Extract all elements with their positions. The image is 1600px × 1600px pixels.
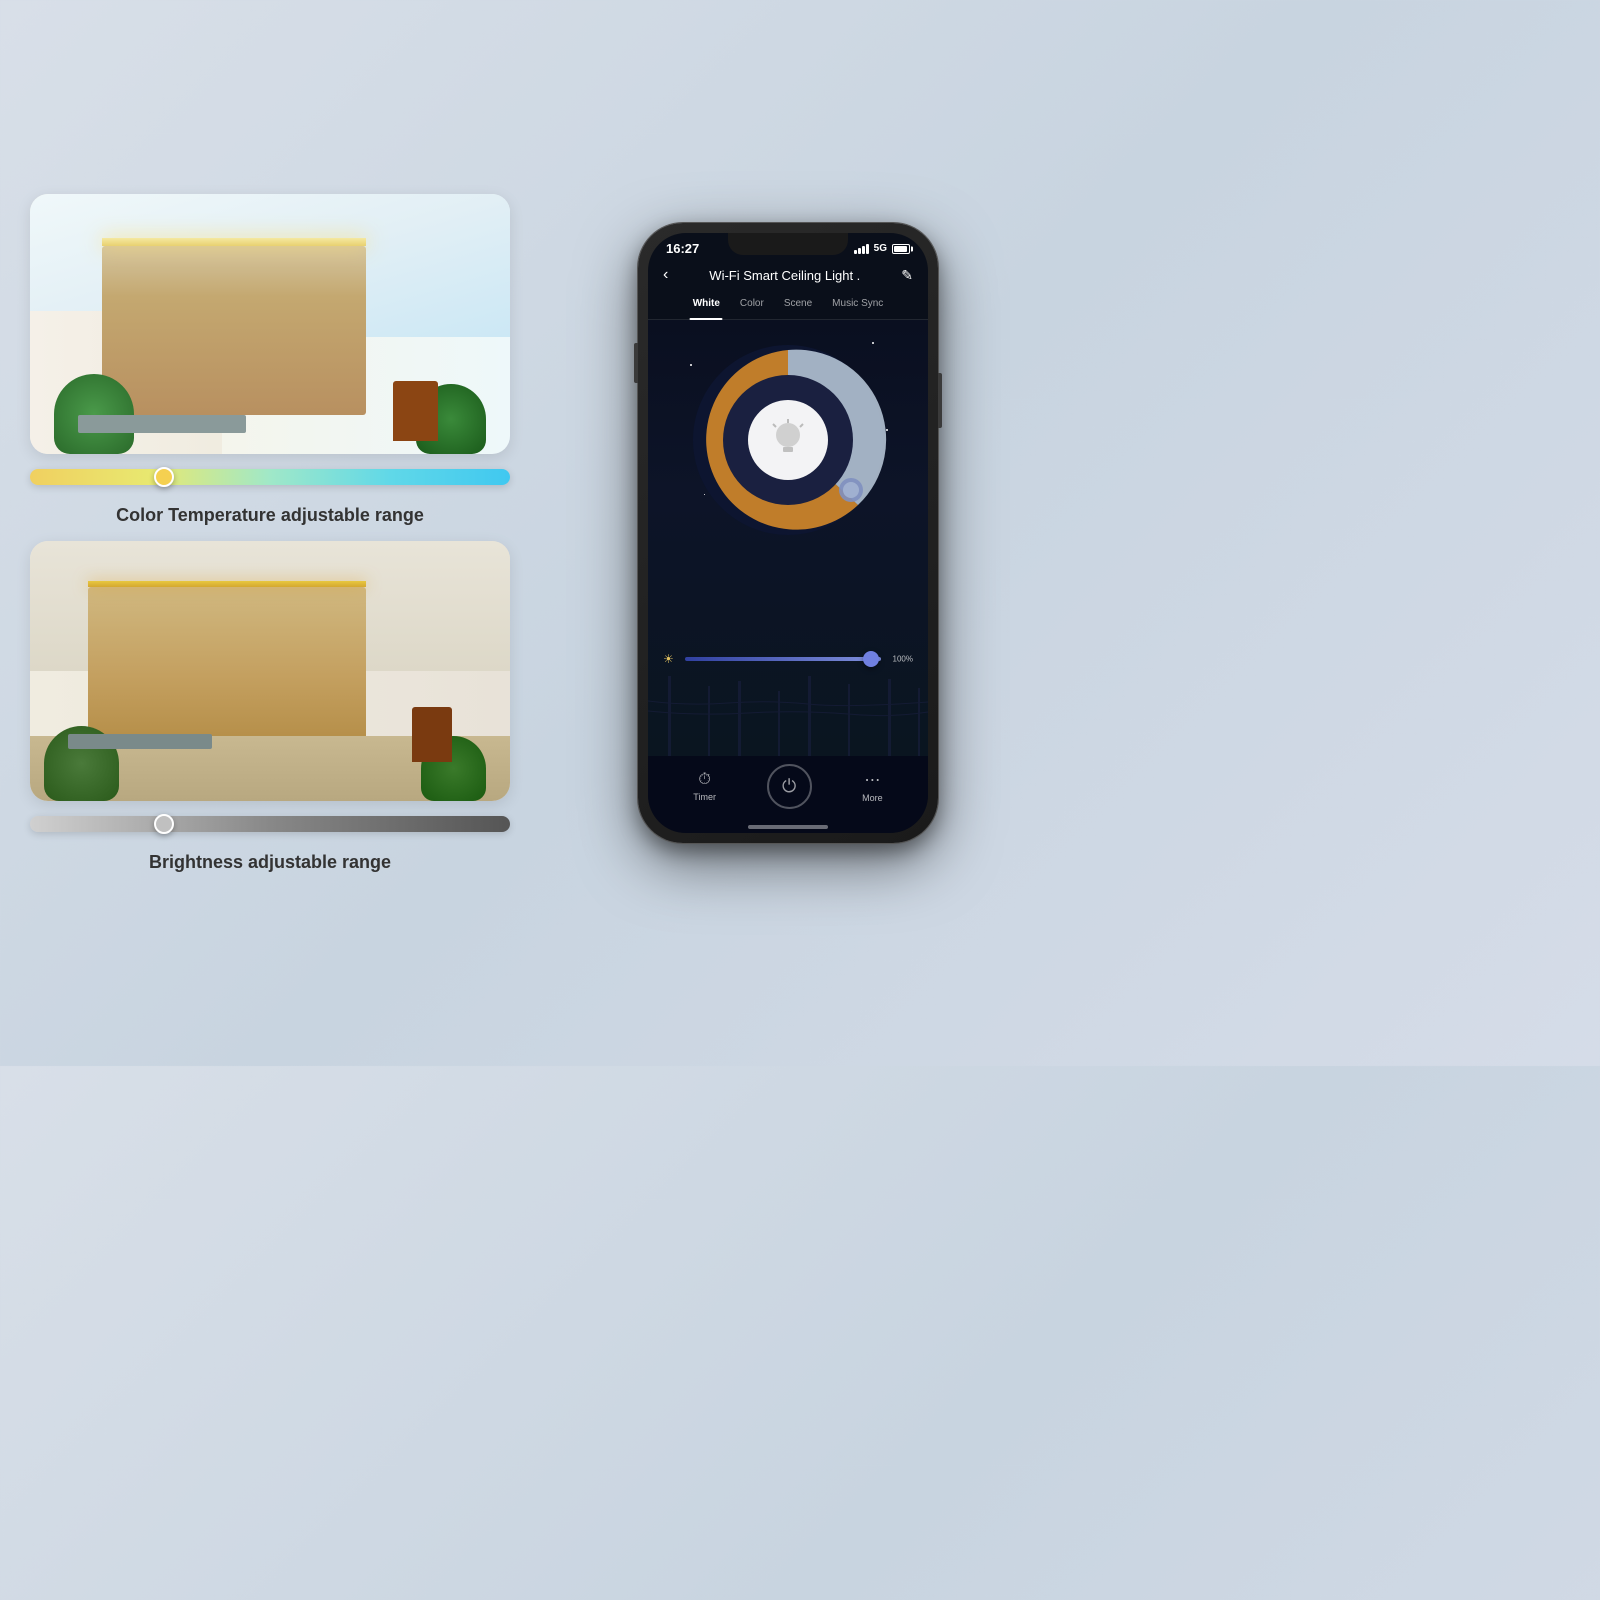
status-time: 16:27 [666, 241, 699, 256]
power-button[interactable]: ⏻ [767, 764, 812, 809]
sun-icon: ☀ [663, 652, 674, 666]
dial-svg [683, 335, 893, 545]
tab-color[interactable]: Color [730, 294, 774, 313]
home-bar [748, 825, 828, 829]
chair-top [393, 381, 438, 441]
app-title: Wi-Fi Smart Ceiling Light . [668, 268, 901, 283]
brightness-label: Brightness adjustable range [30, 852, 510, 873]
color-temp-section [30, 469, 510, 485]
signal-bars [854, 244, 869, 254]
brightness-pct-label: 100% [893, 655, 913, 664]
5g-label: 5G [874, 243, 887, 254]
room-image-bottom [30, 541, 510, 801]
left-panel: Color Temperature adjustable range [30, 194, 510, 873]
brightness-section [30, 816, 510, 832]
phone-notch [728, 233, 848, 255]
brightness-thumb[interactable] [154, 814, 174, 834]
app-brightness-thumb[interactable] [863, 651, 879, 667]
tab-scene[interactable]: Scene [774, 294, 822, 313]
battery-icon [892, 244, 910, 254]
more-label: More [862, 793, 883, 803]
app-bottom-controls: ⏱ Timer ⏻ ⋯ More [648, 756, 928, 821]
status-icons: 5G [854, 243, 910, 254]
color-temp-thumb[interactable] [154, 467, 174, 487]
home-indicator [648, 821, 928, 833]
app-header: ‹ Wi-Fi Smart Ceiling Light . ✎ [648, 260, 928, 290]
tab-white[interactable]: White [683, 294, 730, 313]
more-button[interactable]: ⋯ More [862, 770, 883, 803]
signal-bar-2 [858, 248, 861, 254]
bench-top [78, 415, 246, 433]
signal-bar-4 [866, 244, 869, 254]
bench-bottom [68, 734, 212, 749]
signal-bar-1 [854, 250, 857, 254]
timer-button[interactable]: ⏱ Timer [693, 771, 716, 802]
right-panel: 16:27 5G [540, 223, 1036, 843]
wall-niche-top [102, 246, 366, 415]
color-temp-slider[interactable] [30, 469, 510, 485]
app-slider-section: ☀ 100% [663, 657, 913, 661]
timer-label: Timer [693, 792, 716, 802]
phone-screen: 16:27 5G [648, 233, 928, 833]
timer-icon: ⏱ [698, 771, 710, 789]
chair-bottom [412, 707, 452, 762]
app-content: ☀ 100% [648, 320, 928, 756]
more-icon: ⋯ [864, 770, 880, 790]
app-brightness-slider[interactable] [685, 657, 881, 661]
tab-music-sync[interactable]: Music Sync [822, 294, 893, 313]
plant-left-top [54, 374, 134, 454]
main-container: Color Temperature adjustable range [0, 0, 1066, 1066]
color-temp-label: Color Temperature adjustable range [30, 505, 510, 526]
signal-bar-3 [862, 246, 865, 254]
room-image-top [30, 194, 510, 454]
brightness-slider[interactable] [30, 816, 510, 832]
power-icon: ⏻ [782, 776, 796, 797]
phone-device: 16:27 5G [638, 223, 938, 843]
tree-silhouette [648, 676, 928, 756]
light-dial[interactable] [683, 335, 893, 545]
app-tabs: White Color Scene Music Sync [648, 290, 928, 320]
battery-fill [894, 246, 907, 252]
edit-icon[interactable]: ✎ [901, 267, 913, 284]
